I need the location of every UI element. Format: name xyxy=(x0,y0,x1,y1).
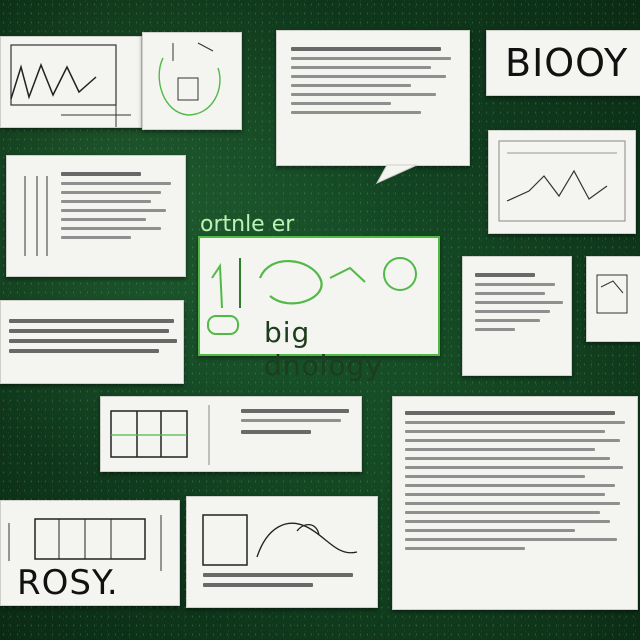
rosy-title: ROSY. xyxy=(17,563,119,603)
illustration-card-bottom xyxy=(186,496,378,608)
sketch-card-small xyxy=(142,32,242,130)
text-card-top xyxy=(276,30,470,185)
text-card-bottom-right xyxy=(392,396,638,610)
line-sketch xyxy=(498,140,626,222)
chart-card-right xyxy=(488,130,636,234)
table-card-left xyxy=(6,155,186,277)
sketch-card-far-right xyxy=(586,256,640,342)
center-card: big dnology xyxy=(198,236,440,382)
organ-sketch xyxy=(158,42,221,116)
small-figure xyxy=(596,274,628,314)
biology-title: BIOOY xyxy=(505,41,629,85)
speech-tail xyxy=(375,164,418,185)
center-heading: ortnle er xyxy=(200,212,295,237)
title-card-rosy: ROSY. xyxy=(0,500,180,606)
title-card-biology: BIOOY xyxy=(486,30,640,96)
diagram-card-center xyxy=(100,396,362,472)
text-card-left-middle xyxy=(0,300,184,384)
center-label: big dnology xyxy=(264,316,383,382)
text-card-right-middle xyxy=(462,256,572,376)
sketch-drawing xyxy=(10,44,131,127)
sketch-card-top-left xyxy=(0,36,142,128)
